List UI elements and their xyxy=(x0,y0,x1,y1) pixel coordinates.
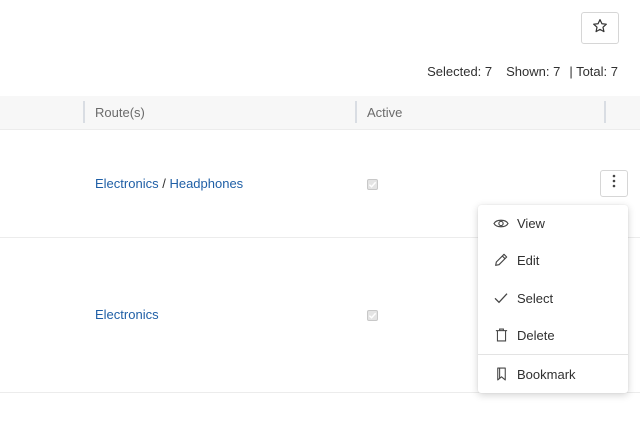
menu-item-label: Select xyxy=(517,290,554,306)
active-checkbox xyxy=(367,310,378,321)
check-icon xyxy=(493,290,509,306)
column-header-routes[interactable]: Route(s) xyxy=(95,105,145,120)
star-outline-icon xyxy=(592,18,608,39)
more-vertical-icon xyxy=(612,174,616,193)
route-link[interactable]: Electronics xyxy=(95,176,159,191)
eye-icon xyxy=(493,215,509,231)
menu-item-bookmark[interactable]: Bookmark xyxy=(478,356,628,392)
route-separator: / xyxy=(162,176,166,191)
route-cell: Electronics / Headphones xyxy=(95,176,243,191)
table-header: Route(s) Active xyxy=(0,96,640,130)
selected-count: Selected: 7 xyxy=(427,64,493,79)
menu-item-edit[interactable]: Edit xyxy=(478,242,628,278)
column-resize-handle[interactable] xyxy=(604,101,606,123)
column-header-active[interactable]: Active xyxy=(367,105,402,120)
favorite-button[interactable] xyxy=(581,12,619,44)
shown-count: Shown: 7 xyxy=(506,64,561,79)
row-actions-menu: View Edit Select Delete Bookmark xyxy=(478,205,628,393)
menu-item-select[interactable]: Select xyxy=(478,280,628,316)
route-cell: Electronics xyxy=(95,307,159,322)
trash-icon xyxy=(493,327,509,343)
selection-counts: Selected: 7 Shown: 7 | Total: 7 xyxy=(427,64,618,79)
row-actions-button[interactable] xyxy=(600,170,628,197)
bookmark-icon xyxy=(493,366,509,382)
column-resize-handle[interactable] xyxy=(83,101,85,123)
route-link[interactable]: Headphones xyxy=(169,176,243,191)
menu-item-label: Edit xyxy=(517,252,540,268)
menu-item-label: View xyxy=(517,215,545,231)
menu-item-label: Bookmark xyxy=(517,366,576,382)
menu-divider xyxy=(478,354,628,355)
menu-item-label: Delete xyxy=(517,327,555,343)
total-count: | Total: 7 xyxy=(569,64,618,79)
menu-item-delete[interactable]: Delete xyxy=(478,317,628,353)
route-link[interactable]: Electronics xyxy=(95,307,159,322)
pencil-icon xyxy=(493,252,509,268)
menu-item-view[interactable]: View xyxy=(478,205,628,241)
active-checkbox xyxy=(367,179,378,190)
column-resize-handle[interactable] xyxy=(355,101,357,123)
